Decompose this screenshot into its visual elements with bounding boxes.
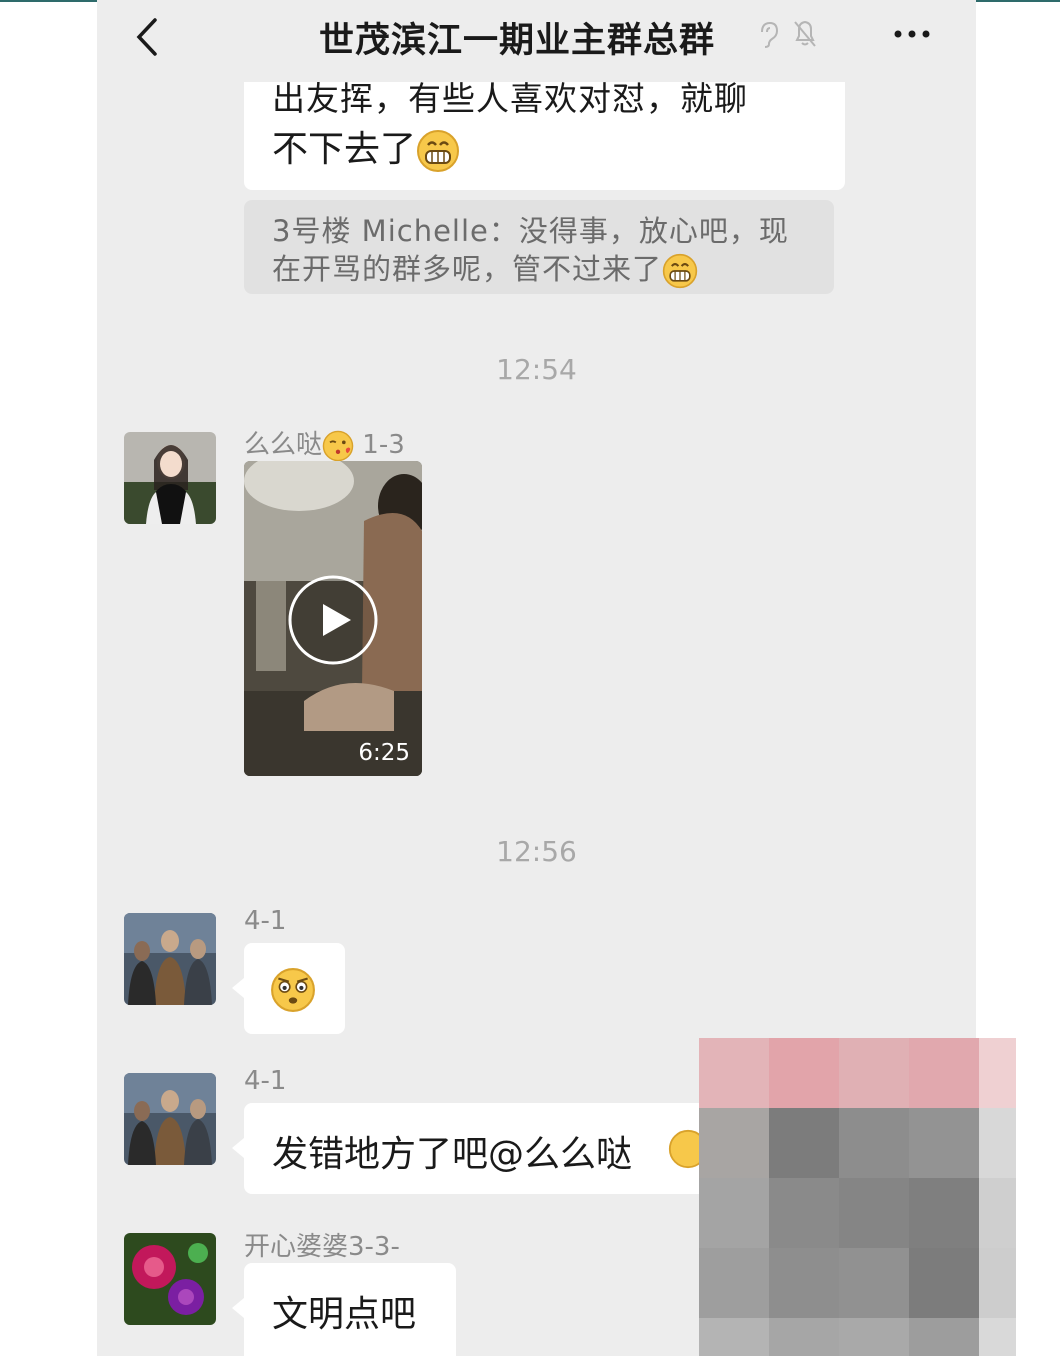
quote-line2: 在开骂的群多呢，管不过来了 (272, 252, 663, 286)
sender-name: 4-1 (244, 1066, 287, 1096)
avatar-image (124, 1233, 216, 1325)
avatar[interactable] (124, 913, 216, 1005)
quote-line1: 3号楼 Michelle：没得事，放心吧，现 (272, 214, 789, 248)
timestamp: 12:54 (496, 353, 577, 386)
kiss-emoji-icon (322, 430, 354, 461)
bell-muted-icon (794, 20, 816, 47)
timestamp: 12:56 (496, 835, 577, 868)
video-message[interactable]: 6:25 (244, 461, 422, 776)
sender-name: 么么哒 (244, 430, 323, 460)
grin-emoji-icon (417, 130, 460, 172)
avatar[interactable] (124, 432, 216, 524)
chat-header: 世茂滨江一期业主群总群 (97, 0, 976, 82)
avatar-image (124, 1073, 216, 1165)
video-duration: 6:25 (358, 740, 410, 766)
text-message[interactable]: 文明点吧 (244, 1263, 456, 1356)
pixelated-mosaic-overlay (699, 1038, 1016, 1356)
avatar-image (124, 432, 216, 524)
chevron-left-icon[interactable] (127, 12, 167, 62)
chat-title: 世茂滨江一期业主群总群 (319, 21, 716, 61)
shocked-emoji-icon (271, 968, 315, 1012)
message-text-line2: 不下去了 (272, 129, 417, 170)
sender-name: 4-1 (244, 906, 287, 936)
message-text: 发错地方了吧@么么哒 (272, 1134, 633, 1175)
ear-icon (761, 21, 779, 48)
sender-name: 开心婆婆3-3- (244, 1232, 400, 1262)
emoji-message[interactable] (244, 943, 345, 1034)
grin-emoji-icon (662, 253, 698, 289)
play-icon[interactable] (287, 574, 379, 666)
sender-unit: 1-3 (362, 430, 405, 460)
avatar[interactable] (124, 1073, 216, 1165)
avatar-image (124, 913, 216, 1005)
more-icon[interactable] (892, 22, 932, 46)
avatar[interactable] (124, 1233, 216, 1325)
quoted-reply[interactable]: 3号楼 Michelle：没得事，放心吧，现 在开骂的群多呢，管不过来了 (244, 200, 834, 294)
message-text: 文明点吧 (272, 1294, 417, 1335)
